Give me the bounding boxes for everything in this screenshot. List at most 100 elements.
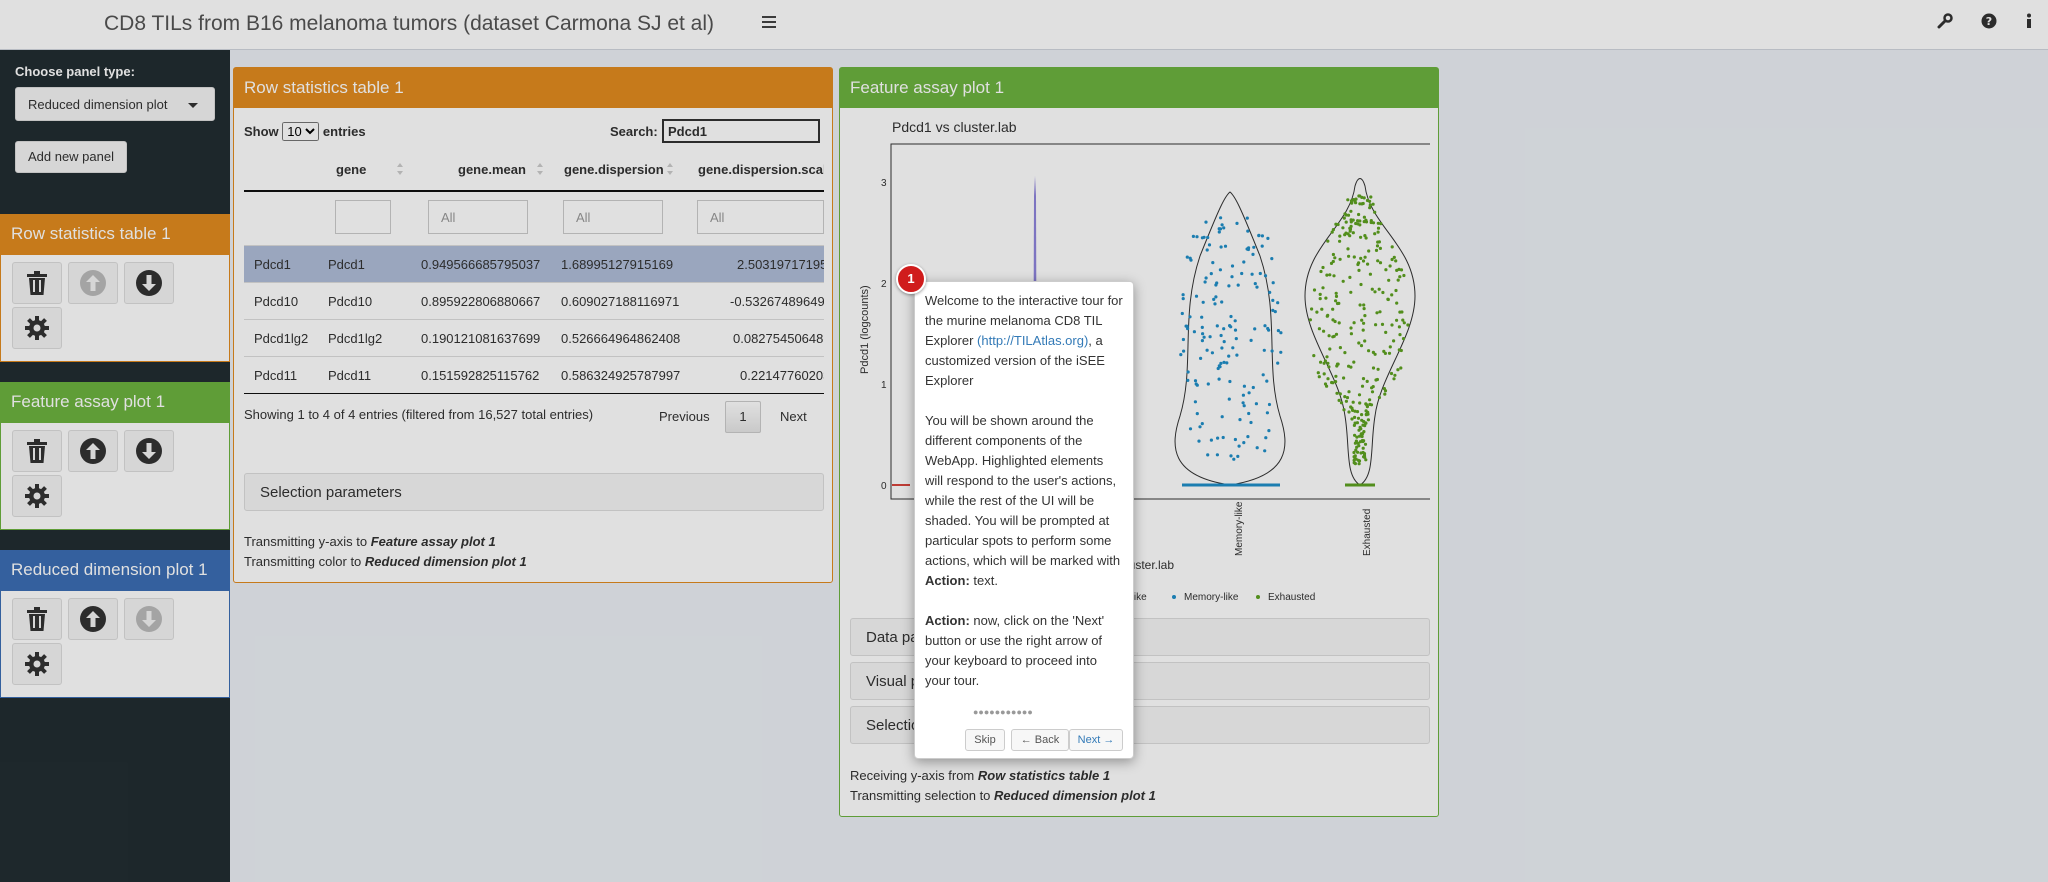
point-exhausted — [1375, 377, 1379, 382]
point-exhausted — [1383, 389, 1388, 393]
point-exhausted — [1378, 246, 1382, 250]
col-header-gene-dispersion-scaled[interactable]: gene.dispersion.scal — [698, 162, 824, 177]
point-exhausted — [1361, 377, 1366, 381]
point-exhausted — [1394, 288, 1398, 293]
table-row[interactable]: Pdcd1 Pdcd1 0.949566685795037 1.68995127… — [244, 245, 824, 282]
hamburger-icon[interactable] — [762, 13, 782, 33]
point-memory-like — [1235, 353, 1239, 357]
point-exhausted — [1359, 256, 1363, 260]
point-memory-like — [1255, 285, 1259, 289]
entries-label: entries — [322, 124, 366, 139]
point-exhausted — [1323, 382, 1328, 386]
move-up-button[interactable] — [68, 598, 118, 640]
settings-button[interactable] — [12, 475, 62, 517]
col-header-gene[interactable]: gene — [336, 162, 366, 177]
point-exhausted — [1349, 220, 1353, 224]
point-exhausted — [1357, 268, 1361, 272]
point-memory-like — [1271, 298, 1275, 302]
info-icon[interactable] — [2020, 13, 2038, 33]
point-exhausted — [1396, 368, 1400, 372]
point-memory-like — [1217, 227, 1221, 231]
point-memory-like — [1206, 382, 1210, 386]
settings-button[interactable] — [12, 307, 62, 349]
move-down-button[interactable] — [124, 430, 174, 472]
point-exhausted — [1352, 461, 1356, 465]
point-exhausted — [1343, 395, 1347, 399]
point-memory-like — [1271, 281, 1275, 285]
point-exhausted — [1400, 310, 1404, 314]
point-memory-like — [1247, 391, 1251, 395]
table-row[interactable]: Pdcd10 Pdcd10 0.895922806880667 0.609027… — [244, 282, 824, 319]
point-exhausted — [1331, 307, 1335, 311]
filter-gene-dispersion[interactable]: All — [563, 200, 663, 234]
wrench-icon[interactable] — [1936, 13, 1954, 33]
point-memory-like — [1193, 400, 1197, 404]
point-exhausted — [1351, 408, 1355, 412]
move-down-button[interactable] — [124, 262, 174, 304]
point-memory-like — [1216, 436, 1220, 440]
tour-next-button[interactable]: Next → — [1069, 729, 1123, 751]
point-memory-like — [1205, 248, 1209, 252]
point-memory-like — [1233, 437, 1237, 442]
point-exhausted — [1369, 403, 1374, 407]
point-memory-like — [1246, 229, 1250, 233]
question-icon[interactable]: ? — [1980, 13, 1998, 33]
row-name: Pdcd1 — [254, 257, 291, 272]
panel-type-select[interactable]: Reduced dimension plot — [15, 87, 215, 121]
move-up-button[interactable] — [68, 262, 118, 304]
transmit-prefix: Transmitting color to — [244, 554, 362, 569]
col-header-gene-mean[interactable]: gene.mean — [458, 162, 526, 177]
cell-gene: Pdcd10 — [328, 294, 373, 309]
point-memory-like — [1181, 297, 1185, 301]
point-exhausted — [1376, 230, 1380, 234]
row-stats-panel: Row statistics table 1 Show 10 entries S… — [233, 67, 833, 583]
point-exhausted — [1338, 257, 1342, 261]
point-exhausted — [1352, 255, 1356, 259]
point-exhausted — [1398, 275, 1402, 279]
point-memory-like — [1192, 330, 1196, 334]
next-page-button[interactable]: Next — [780, 409, 807, 424]
point-memory-like — [1254, 402, 1258, 406]
point-exhausted — [1366, 262, 1370, 266]
filter-gene[interactable] — [335, 200, 391, 234]
entries-select[interactable]: 10 — [282, 122, 320, 141]
point-memory-like — [1262, 348, 1266, 352]
point-exhausted — [1330, 380, 1334, 385]
point-memory-like — [1242, 384, 1246, 388]
tour-back-button[interactable]: ← Back — [1011, 729, 1069, 751]
filter-gene-dispersion-scaled[interactable]: All — [697, 200, 824, 234]
point-exhausted — [1365, 379, 1369, 383]
table-row[interactable]: Pdcd11 Pdcd11 0.151592825115762 0.586324… — [244, 356, 824, 393]
entries-control: Show 10 entries — [244, 122, 366, 141]
point-memory-like — [1246, 435, 1250, 439]
point-exhausted — [1332, 274, 1336, 278]
table-row[interactable]: Pdcd1lg2 Pdcd1lg2 0.190121081637699 0.52… — [244, 319, 824, 356]
selection-parameters-toggle[interactable]: Selection parameters — [244, 473, 824, 511]
point-exhausted — [1357, 462, 1361, 466]
point-memory-like — [1227, 284, 1231, 288]
point-memory-like — [1204, 220, 1208, 224]
point-exhausted — [1373, 232, 1377, 236]
point-memory-like — [1181, 293, 1185, 297]
col-header-gene-dispersion[interactable]: gene.dispersion — [564, 162, 664, 177]
point-memory-like — [1188, 256, 1192, 260]
move-up-button[interactable] — [68, 430, 118, 472]
settings-button[interactable] — [12, 643, 62, 685]
point-exhausted — [1327, 365, 1331, 369]
point-memory-like — [1210, 351, 1214, 355]
tour-skip-button[interactable]: Skip — [965, 729, 1005, 751]
point-exhausted — [1335, 364, 1339, 368]
point-memory-like — [1200, 315, 1204, 319]
filter-gene-mean[interactable]: All — [428, 200, 528, 234]
page-1-button[interactable]: 1 — [725, 401, 761, 433]
add-panel-button[interactable]: Add new panel — [15, 141, 127, 173]
move-down-button[interactable] — [124, 598, 174, 640]
point-memory-like — [1234, 337, 1238, 341]
delete-button[interactable] — [12, 262, 62, 304]
point-exhausted — [1346, 198, 1350, 202]
tilatlas-link[interactable]: (http://TILAtlas.org) — [977, 333, 1088, 348]
previous-page-button[interactable]: Previous — [659, 409, 710, 424]
search-input[interactable]: Pdcd1 — [662, 119, 820, 143]
delete-button[interactable] — [12, 430, 62, 472]
delete-button[interactable] — [12, 598, 62, 640]
